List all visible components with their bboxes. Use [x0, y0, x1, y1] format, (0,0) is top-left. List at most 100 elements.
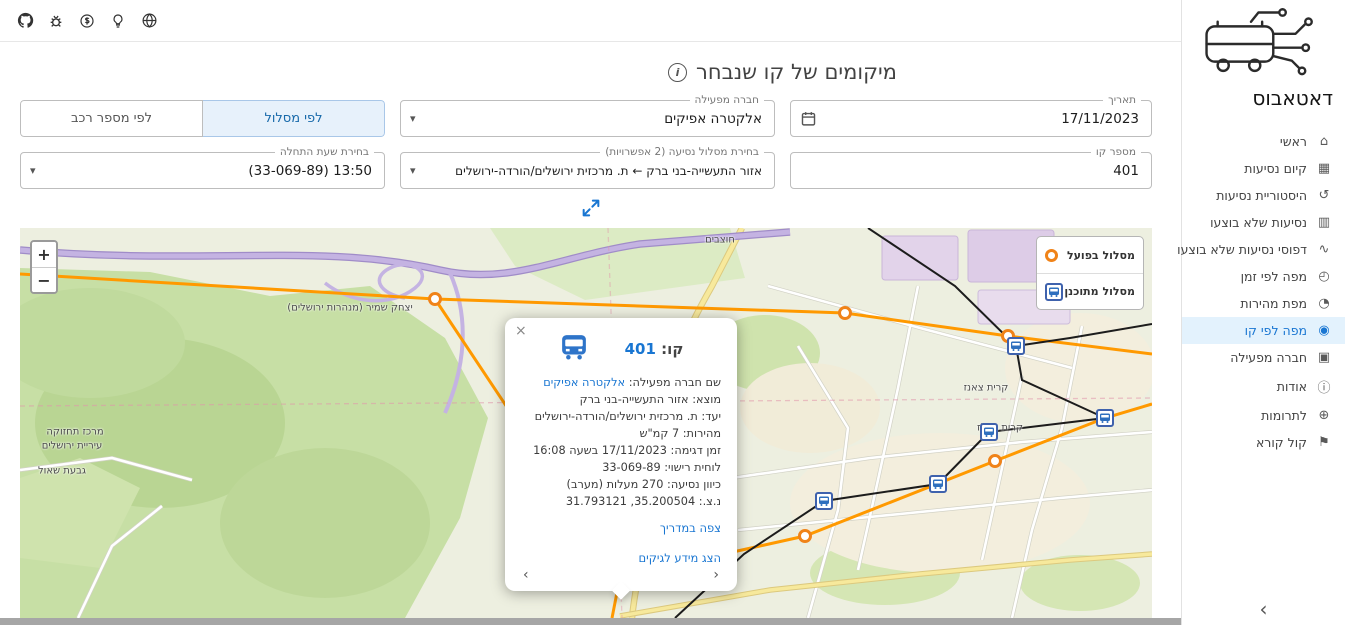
sidebar-item-map-line[interactable]: ◉מפה לפי קו [1182, 317, 1345, 344]
actual-location-marker[interactable] [838, 306, 852, 320]
popup-field-row: כיוון נסיעה: 270 מעלות (מערב) [521, 477, 721, 494]
sidebar-item-about[interactable]: ⓘ אודות [1182, 371, 1345, 402]
popup-field-label: יעד: [701, 410, 721, 423]
about-icon: ⓘ [1316, 377, 1332, 396]
operator-icon: ▣ [1316, 350, 1332, 365]
line-label: קו: [661, 340, 683, 358]
horizontal-scrollbar[interactable] [0, 618, 1181, 625]
view-toggle-group: לפי מסלול לפי מספר רכב [20, 100, 385, 137]
sidebar-item-map-time[interactable]: ◴ מפה לפי זמן [1182, 263, 1345, 290]
popup-field-value: 7 קמ"ש [639, 427, 679, 440]
planned-route-bus-icon [1045, 283, 1063, 301]
line-number-input[interactable]: מספר קו 401 [790, 152, 1152, 189]
route-select[interactable]: בחירת מסלול נסיעה (2 אפשרויות) אזור התעש… [400, 152, 775, 189]
planned-stop-marker[interactable] [1007, 337, 1025, 355]
map-time-icon: ◴ [1316, 269, 1332, 284]
zoom-out-button[interactable]: − [32, 267, 56, 292]
toggle-by-route-button[interactable]: לפי מסלול [203, 100, 385, 137]
map-canvas[interactable]: חוצביםיצחק שמיר (מנהרות ירושלים)מרכז תחז… [20, 228, 1152, 618]
planned-stop-marker[interactable] [815, 492, 833, 510]
popup-field-value: ת. מרכזית ירושלים/הורדה-ירושלים [535, 410, 698, 423]
popup-field-row: יעד: ת. מרכזית ירושלים/הורדה-ירושלים [521, 409, 721, 426]
sidebar-item-home[interactable]: ⌂ראשי [1182, 128, 1345, 155]
popup-field-value[interactable]: אלקטרה אפיקים [543, 376, 625, 389]
megaphone-icon: ⚑ [1316, 435, 1332, 450]
date-input[interactable]: תאריך 17/11/2023 [790, 100, 1152, 137]
legend-planned-label: מסלול מתוכנן [1064, 285, 1135, 298]
popup-line-title: קו: 401 [625, 340, 684, 358]
home-icon: ⌂ [1316, 134, 1332, 149]
chevron-down-icon[interactable]: ▾ [30, 153, 36, 188]
sidebar-item-label: אודות [1277, 379, 1307, 394]
popup-field-value: אזור התעשייה-בני ברק [580, 393, 689, 406]
line-number-value: 401 [821, 153, 1139, 188]
patterns-icon: ∿ [1316, 242, 1332, 257]
prev-vehicle-arrow[interactable]: ‹ [521, 567, 531, 583]
popup-field-row: נ.צ.: 35.200504, 31.793121 [521, 494, 721, 511]
sidebar-item-missed[interactable]: ▥נסיעות שלא בוצעו [1182, 209, 1345, 236]
popup-field-label: שם חברה מפעילה: [629, 376, 721, 389]
sidebar-item-patterns[interactable]: ∿דפוסי נסיעות שלא בוצעו [1182, 236, 1345, 263]
map-place-label: קרית צאנז [964, 383, 1009, 394]
operator-value: אלקטרה אפיקים [431, 101, 762, 136]
calendar-icon[interactable] [800, 101, 817, 136]
actual-location-marker[interactable] [798, 529, 812, 543]
popup-field-value: 270 מעלות (מערב) [567, 478, 664, 491]
toggle-by-vehicle-button[interactable]: לפי מספר רכב [20, 100, 203, 137]
sidebar-item-label: מפה לפי זמן [1241, 269, 1307, 284]
planned-stop-marker[interactable] [1096, 409, 1114, 427]
geek-info-link[interactable]: הצג מידע לגיקים [521, 551, 721, 565]
page-title-text: מיקומים של קו שנבחר [696, 60, 897, 84]
sidebar-item-map-speed[interactable]: ◔ מפת מהירות [1182, 290, 1345, 317]
actual-location-marker[interactable] [428, 292, 442, 306]
vehicle-popup: × קו: 401 שם חברה מפעילה: אלקטרה אפיקים מ… [505, 318, 737, 591]
chevron-down-icon[interactable]: ▾ [410, 153, 416, 188]
language-globe-icon[interactable] [140, 12, 158, 30]
actual-route-marker-icon [1045, 249, 1058, 262]
map-place-label: חוצבים [705, 235, 735, 246]
info-icon[interactable]: i [668, 63, 687, 82]
map-place-label: גבעת שאול [38, 466, 86, 477]
route-select-value: אזור התעשייה-בני ברק ← ת. מרכזית ירושלים… [431, 153, 762, 188]
lightbulb-icon[interactable] [109, 12, 127, 30]
guide-link[interactable]: צפה במדריך [521, 521, 721, 535]
popup-details: שם חברה מפעילה: אלקטרה אפיקים מוצא: אזור … [521, 375, 721, 511]
github-icon[interactable] [16, 12, 34, 30]
popup-field-label: נ.צ.: [699, 495, 721, 508]
sidebar-item-label: לתרומות [1261, 408, 1307, 423]
sidebar: דאטאבוס ⌂ראשי▦קיום נסיעות↺היסטוריית נסיע… [1181, 0, 1345, 625]
popup-field-label: מוצא: [692, 393, 721, 406]
legend-planned-row: מסלול מתוכנן [1037, 273, 1143, 309]
planned-stop-marker[interactable] [929, 475, 947, 493]
close-icon[interactable]: × [515, 323, 527, 339]
popup-field-value: 35.200504, 31.793121 [566, 495, 695, 508]
sidebar-item-label: חברה מפעילה [1230, 350, 1307, 365]
expand-map-icon[interactable] [578, 197, 602, 221]
donate-dollar-icon[interactable] [78, 12, 96, 30]
start-time-select[interactable]: בחירת שעת התחלה 13:50 (33-069-89) ▾ [20, 152, 385, 189]
line-number: 401 [625, 340, 656, 358]
sidebar-item-label: מפת מהירות [1240, 296, 1307, 311]
popup-field-row: לוחית רישוי: 33-069-89 [521, 460, 721, 477]
zoom-in-button[interactable]: + [32, 242, 56, 267]
next-vehicle-arrow[interactable]: › [711, 567, 721, 583]
map-place-label: עיריית ירושלים [42, 441, 103, 452]
sidebar-item-history[interactable]: ↺היסטוריית נסיעות [1182, 182, 1345, 209]
bus-icon [559, 332, 589, 366]
chevron-down-icon[interactable]: ▾ [410, 101, 416, 136]
actual-location-marker[interactable] [988, 454, 1002, 468]
popup-field-row: מוצא: אזור התעשייה-בני ברק [521, 392, 721, 409]
donate-icon: ⊕ [1316, 408, 1332, 423]
sidebar-item-trips[interactable]: ▦קיום נסיעות [1182, 155, 1345, 182]
map-place-label: מרכז תחזוקה [46, 427, 103, 438]
planned-stop-marker[interactable] [980, 423, 998, 441]
popup-field-value: 17/11/2023 בשעה 16:08 [533, 444, 667, 457]
sidebar-collapse-chevron[interactable]: › [1260, 597, 1268, 621]
bug-report-icon[interactable] [47, 12, 65, 30]
sidebar-item-operator[interactable]: ▣ חברה מפעילה [1182, 344, 1345, 371]
sidebar-item-donate[interactable]: ⊕ לתרומות [1182, 402, 1345, 429]
sidebar-item-megaphone[interactable]: ⚑קול קורא [1182, 429, 1345, 456]
map-speed-icon: ◔ [1316, 296, 1332, 311]
legend-actual-label: מסלול בפועל [1067, 249, 1135, 262]
operator-select[interactable]: חברה מפעילה אלקטרה אפיקים ▾ [400, 100, 775, 137]
